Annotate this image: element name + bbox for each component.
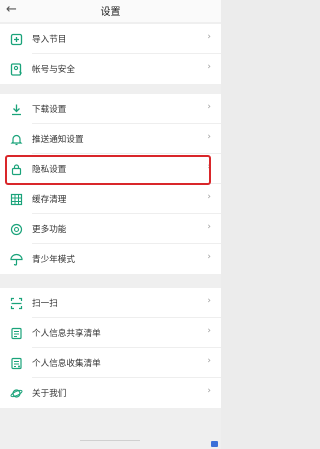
setting-item-cache[interactable]: 缓存清理 › <box>0 184 221 214</box>
account-security-icon <box>10 63 22 76</box>
share-list-icon <box>11 327 22 340</box>
bottom-divider <box>80 440 140 447</box>
chevron-right-icon: › <box>207 32 211 42</box>
highlight-box <box>5 155 211 185</box>
chevron-right-icon: › <box>207 326 211 336</box>
download-icon <box>12 104 21 116</box>
settings-group-info: 扫一扫 › 个人信息共享清单 › 个人信息收集清单 › 关于我们 › <box>0 288 221 408</box>
setting-item-label: 个人信息收集清单 <box>32 359 101 369</box>
settings-group-account: 导入节目 › 帐号与安全 › <box>0 24 221 84</box>
setting-item-push[interactable]: 推送通知设置 › <box>0 124 221 154</box>
collect-list-icon <box>11 357 22 370</box>
chevron-right-icon: › <box>207 102 211 112</box>
import-icon <box>10 33 23 46</box>
umbrella-icon <box>10 253 23 266</box>
chevron-right-icon: › <box>207 222 211 232</box>
setting-item-label: 缓存清理 <box>32 195 67 205</box>
planet-icon <box>10 389 23 398</box>
top-bar: ← 设置 <box>0 0 221 22</box>
setting-item-label: 青少年模式 <box>32 255 75 265</box>
chevron-right-icon: › <box>207 356 211 366</box>
setting-item-about[interactable]: 关于我们 › <box>0 378 221 408</box>
scan-icon <box>10 297 23 310</box>
settings-page: ← 设置 导入节目 › 帐号与安全 › 下载设置 › 推送通知设置 › 隐私设置… <box>0 0 221 449</box>
setting-item-label: 导入节目 <box>32 35 67 45</box>
setting-item-label: 个人信息共享清单 <box>32 329 101 339</box>
chevron-right-icon: › <box>207 252 211 262</box>
setting-item-import[interactable]: 导入节目 › <box>0 24 221 54</box>
chevron-right-icon: › <box>207 62 211 72</box>
watermark-icon <box>211 441 218 447</box>
setting-item-account-security[interactable]: 帐号与安全 › <box>0 54 221 84</box>
chevron-right-icon: › <box>207 132 211 142</box>
more-functions-icon <box>10 223 23 236</box>
setting-item-label: 推送通知设置 <box>32 135 84 145</box>
setting-item-scan[interactable]: 扫一扫 › <box>0 288 221 318</box>
setting-item-more[interactable]: 更多功能 › <box>0 214 221 244</box>
setting-item-download[interactable]: 下载设置 › <box>0 94 221 124</box>
setting-item-label: 关于我们 <box>32 389 67 399</box>
setting-item-label: 扫一扫 <box>32 299 58 309</box>
setting-item-collect-list[interactable]: 个人信息收集清单 › <box>0 348 221 378</box>
setting-item-teen-mode[interactable]: 青少年模式 › <box>0 244 221 274</box>
setting-item-label: 更多功能 <box>32 225 67 235</box>
chevron-right-icon: › <box>207 386 211 396</box>
watermark-logo <box>211 441 218 447</box>
chevron-right-icon: › <box>207 296 211 306</box>
cache-clean-icon <box>10 193 23 206</box>
setting-item-share-list[interactable]: 个人信息共享清单 › <box>0 318 221 348</box>
page-title: 设置 <box>100 7 121 18</box>
setting-item-label: 帐号与安全 <box>32 65 75 75</box>
bell-icon <box>10 134 23 146</box>
chevron-right-icon: › <box>207 192 211 202</box>
setting-item-label: 下载设置 <box>32 105 67 115</box>
